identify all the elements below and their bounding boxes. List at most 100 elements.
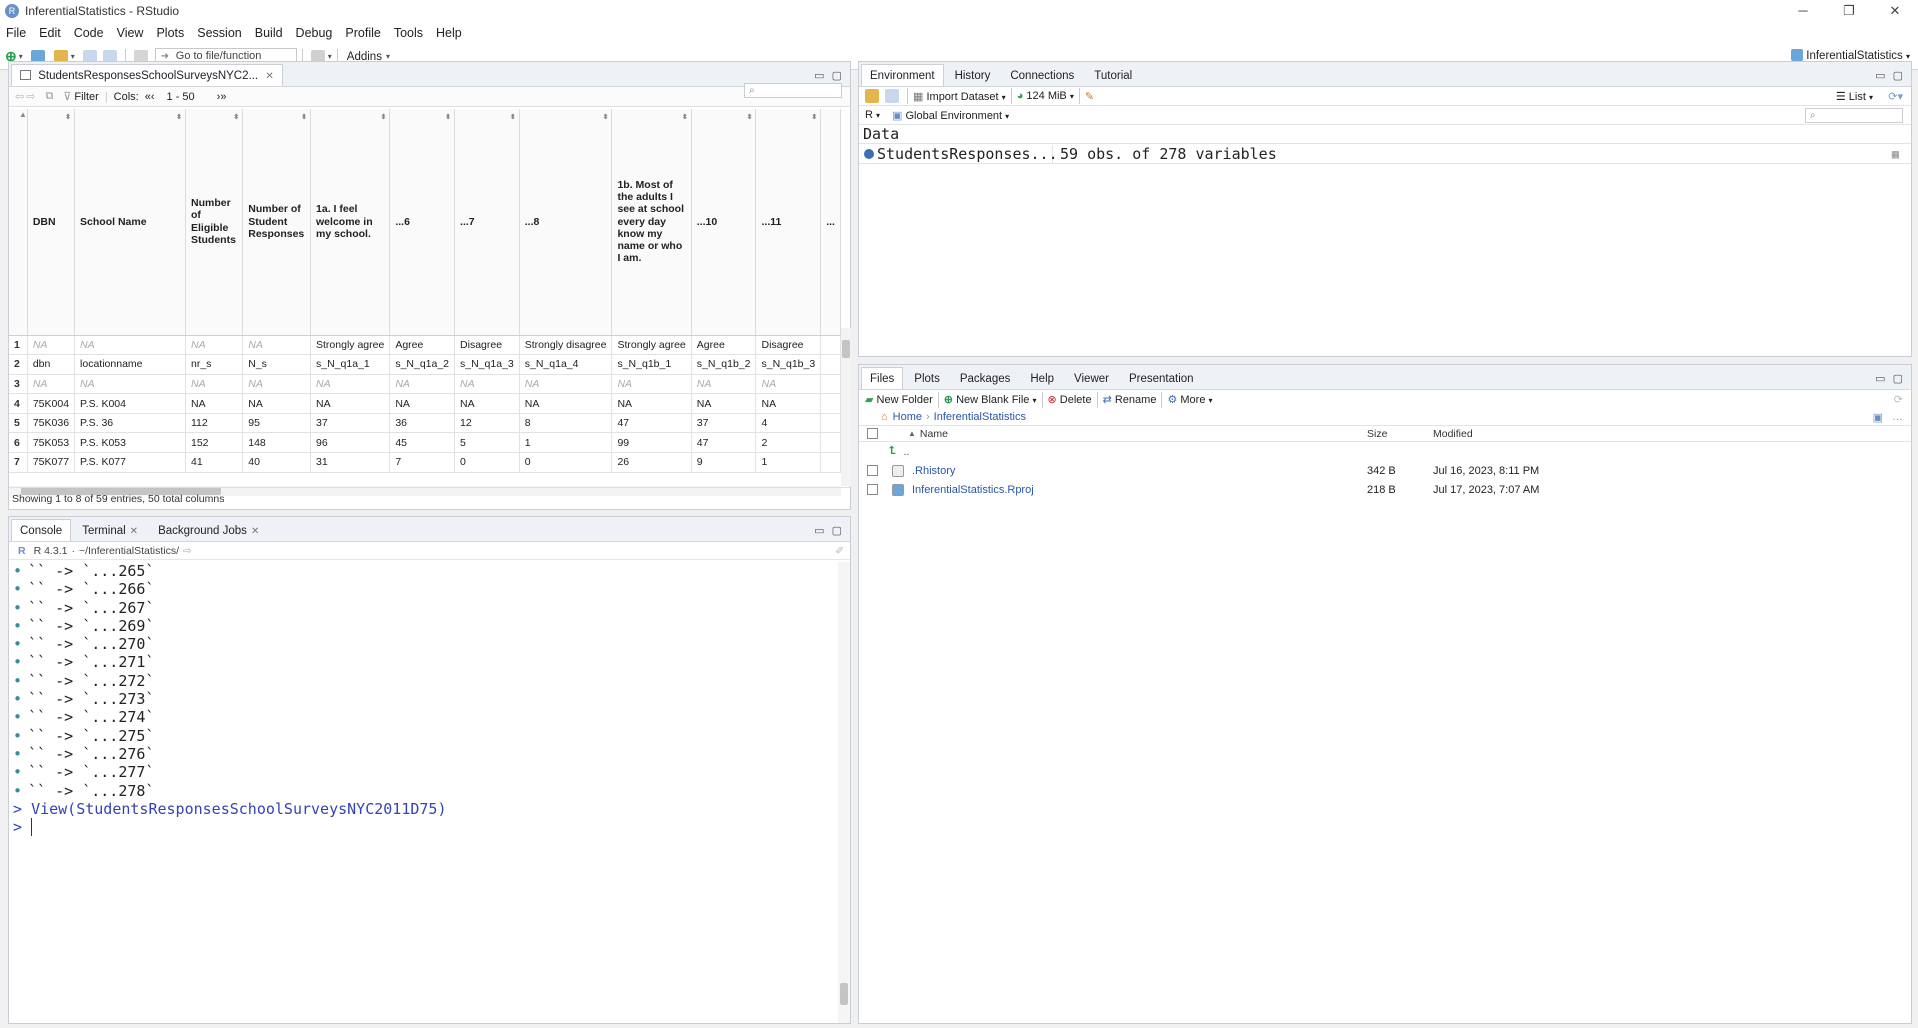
menu-view[interactable]: View: [117, 26, 144, 40]
refresh-icon[interactable]: ⟳▾: [1888, 90, 1903, 103]
file-row-parent[interactable]: ⮤ ..: [859, 442, 1911, 461]
column-header[interactable]: Number of Eligible Students ⬍: [185, 109, 244, 336]
back-arrow-icon[interactable]: ⇦: [15, 90, 24, 103]
column-header[interactable]: ...7 ⬍: [454, 109, 520, 336]
tab-files[interactable]: Files: [861, 367, 904, 389]
scroll-thumb[interactable]: [842, 340, 850, 358]
menu-build[interactable]: Build: [255, 26, 283, 40]
forward-arrow-icon[interactable]: ⇨: [26, 90, 35, 103]
goto-project-icon[interactable]: ▣: [1873, 411, 1883, 424]
view-mode-button[interactable]: ☰ List ▾: [1836, 90, 1873, 103]
menu-code[interactable]: Code: [74, 26, 104, 40]
pane-controls[interactable]: ▭ ▢: [814, 524, 844, 537]
column-header[interactable]: 1a. I feel welcome in my school. ⬍: [310, 109, 391, 336]
language-selector[interactable]: R ▾: [865, 109, 880, 121]
vertical-scrollbar[interactable]: [841, 328, 851, 486]
menu-plots[interactable]: Plots: [156, 26, 184, 40]
tab-viewer[interactable]: Viewer: [1065, 367, 1118, 389]
tab-plots[interactable]: Plots: [905, 367, 949, 389]
refresh-icon[interactable]: ⟳: [1894, 393, 1903, 406]
view-table-icon[interactable]: ▦: [1892, 147, 1899, 161]
menu-tools[interactable]: Tools: [394, 26, 423, 40]
breadcrumb-home[interactable]: Home: [893, 411, 922, 423]
import-dataset-button[interactable]: ▦ Import Dataset ▾: [913, 90, 1006, 103]
goto-directory-icon[interactable]: ⇨: [183, 542, 192, 560]
tab-console[interactable]: Console: [11, 519, 72, 541]
tab-history[interactable]: History: [946, 64, 1000, 86]
minimize-icon[interactable]: ─: [1780, 0, 1826, 22]
console-scrollbar[interactable]: [838, 562, 850, 1023]
close-icon[interactable]: ✕: [130, 526, 138, 537]
menu-edit[interactable]: Edit: [39, 26, 61, 40]
delete-button[interactable]: ⊗ Delete: [1048, 393, 1092, 406]
table-row[interactable]: 6 75K053 P.S. K053 152 148 96 45 5 1 99 47 2: [9, 432, 841, 454]
pane-controls[interactable]: ▭ ▢: [1875, 372, 1905, 385]
scroll-thumb[interactable]: [840, 983, 848, 1005]
save-workspace-icon[interactable]: [885, 89, 899, 103]
close-icon[interactable]: ✕: [265, 71, 273, 82]
chevron-down-icon[interactable]: ▾: [71, 52, 75, 61]
new-blank-file-button[interactable]: ⊕ New Blank File ▾: [944, 393, 1037, 406]
column-header[interactable]: Number of Student Responses ⬍: [242, 109, 312, 336]
pane-controls[interactable]: ▭ ▢: [1875, 69, 1905, 82]
filter-button[interactable]: Filter: [74, 91, 98, 103]
menu-session[interactable]: Session: [197, 26, 241, 40]
memory-usage-button[interactable]: ◕ 124 MiB ▾: [1017, 90, 1074, 102]
column-size-header[interactable]: Size: [1367, 428, 1387, 440]
column-header[interactable]: ...: [820, 109, 841, 336]
table-row[interactable]: 7 75K077 P.S. K077 41 40 31 7 0 0 26 9 1: [9, 452, 841, 473]
file-checkbox[interactable]: [867, 484, 878, 495]
select-all-checkbox[interactable]: [867, 428, 878, 439]
tab-background-jobs[interactable]: Background Jobs ✕: [149, 519, 268, 541]
tab-help[interactable]: Help: [1021, 367, 1063, 389]
column-modified-header[interactable]: Modified: [1433, 428, 1473, 440]
column-header[interactable]: DBN ⬍: [27, 109, 76, 336]
column-header[interactable]: ...10 ⬍: [691, 109, 757, 336]
table-row[interactable]: 2 dbn locationname nr_s N_s s_N_q1a_1 s_N_q1a_…: [9, 354, 841, 375]
tab-terminal[interactable]: Terminal ✕: [73, 519, 147, 541]
table-row[interactable]: 4 75K004 P.S. K004 NA NA NA NA NA NA NA NA NA: [9, 393, 841, 414]
file-checkbox[interactable]: [867, 465, 878, 476]
table-row[interactable]: 5 75K036 P.S. 36 112 95 37 36 12 8 47 37 4: [9, 413, 841, 434]
column-header[interactable]: 1b. Most of the adults I see at school e…: [611, 109, 692, 336]
column-name-header[interactable]: Name: [920, 428, 948, 440]
column-header[interactable]: School Name ⬍: [74, 109, 186, 336]
column-header[interactable]: ...11 ⬍: [755, 109, 822, 336]
column-header[interactable]: ...6 ⬍: [389, 109, 456, 336]
clear-console-icon[interactable]: ✐: [835, 542, 844, 560]
file-name[interactable]: .Rhistory: [912, 465, 955, 477]
breadcrumb-current[interactable]: InferentialStatistics: [934, 411, 1026, 423]
console-input-line[interactable]: >: [13, 818, 839, 837]
new-folder-button[interactable]: ▰ New Folder: [865, 393, 933, 406]
menu-file[interactable]: File: [6, 26, 26, 40]
broom-icon[interactable]: ✎: [1085, 90, 1094, 103]
menu-help[interactable]: Help: [436, 26, 462, 40]
row-number-header[interactable]: ▲: [9, 109, 28, 336]
parent-directory-link[interactable]: ..: [904, 446, 910, 458]
table-row[interactable]: 3 NA NA NA NA NA NA NA NA NA NA NA: [9, 374, 841, 395]
expand-object-icon[interactable]: [864, 148, 874, 159]
tab-tutorial[interactable]: Tutorial: [1085, 64, 1141, 86]
tab-data-viewer[interactable]: StudentsResponsesSchoolSurveysNYC2... ✕: [11, 64, 283, 86]
chevron-down-icon[interactable]: ▾: [19, 52, 23, 61]
cols-first-prev-icon[interactable]: «‹: [145, 91, 155, 103]
tab-presentation[interactable]: Presentation: [1120, 367, 1203, 389]
tab-packages[interactable]: Packages: [951, 367, 1020, 389]
close-icon[interactable]: ✕: [1872, 0, 1918, 22]
tab-connections[interactable]: Connections: [1001, 64, 1083, 86]
maximize-icon[interactable]: ❐: [1826, 0, 1872, 22]
more-button[interactable]: ⚙ More ▾: [1167, 393, 1212, 406]
menu-debug[interactable]: Debug: [296, 26, 333, 40]
load-workspace-icon[interactable]: [865, 89, 879, 103]
console-output[interactable]: • `` -> `...265` • `` -> `...266` • `` -> `..…: [9, 562, 839, 1023]
column-header[interactable]: ...8 ⬍: [519, 109, 613, 336]
popout-icon[interactable]: ⧉: [45, 90, 53, 103]
more-icon[interactable]: …: [1892, 411, 1903, 423]
cols-next-last-icon[interactable]: ›»: [217, 91, 227, 103]
environment-search-input[interactable]: ⌕: [1805, 107, 1903, 123]
table-row[interactable]: 1 NA NA NA NA Strongly agree Agree Disagree Stro…: [9, 335, 841, 356]
file-name[interactable]: InferentialStatistics.Rproj: [912, 484, 1034, 496]
scope-selector[interactable]: ▣ Global Environment ▾: [892, 109, 1009, 122]
tab-environment[interactable]: Environment: [861, 64, 944, 86]
pane-controls[interactable]: ▭ ▢: [814, 69, 844, 82]
